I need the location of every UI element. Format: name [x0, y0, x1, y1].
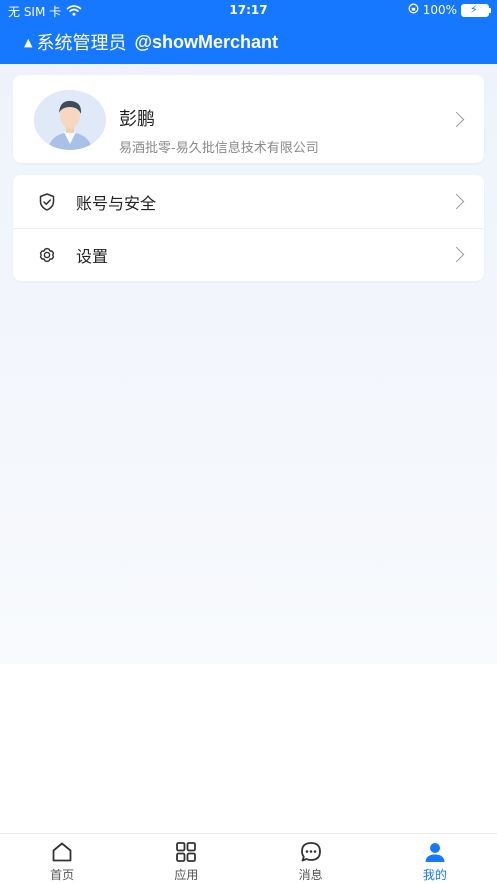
- gear-icon: [37, 245, 57, 265]
- grid-icon: [176, 842, 197, 862]
- orientation-lock-icon: [408, 3, 419, 17]
- app-header: ▲ 系统管理员 @showMerchant: [0, 20, 497, 64]
- caret-up-icon[interactable]: ▲: [24, 36, 32, 49]
- chevron-right-icon: [448, 193, 465, 210]
- role-switcher[interactable]: 系统管理员: [36, 29, 126, 55]
- bottom-tab-bar: 首页 应用 消息 我的: [0, 833, 497, 884]
- tab-mine[interactable]: 我的: [373, 834, 497, 884]
- tab-home[interactable]: 首页: [0, 834, 124, 884]
- user-icon: [425, 843, 445, 862]
- tab-messages[interactable]: 消息: [249, 834, 373, 884]
- merchant-name[interactable]: @showMerchant: [134, 32, 278, 53]
- menu-item-label: 设置: [76, 247, 109, 266]
- menu-item-account-security[interactable]: 账号与安全: [13, 175, 484, 229]
- page-content: 彭鹏 易酒批零-易久批信息技术有限公司 账号与安全 设置: [0, 64, 497, 664]
- tab-label: 应用: [174, 868, 199, 882]
- company-name: 易酒批零-易久批信息技术有限公司: [119, 141, 319, 156]
- chat-icon: [300, 842, 321, 862]
- menu-item-label: 账号与安全: [76, 194, 157, 213]
- battery-percent: 100%: [422, 3, 457, 17]
- menu-item-settings[interactable]: 设置: [13, 228, 484, 281]
- profile-card[interactable]: 彭鹏 易酒批零-易久批信息技术有限公司: [13, 75, 484, 163]
- settings-menu: 账号与安全 设置: [13, 175, 484, 281]
- tab-label: 我的: [422, 868, 447, 882]
- person-avatar-icon: [34, 90, 106, 150]
- avatar: [34, 90, 106, 150]
- chevron-right-icon: [448, 246, 465, 263]
- tab-label: 首页: [50, 868, 75, 882]
- status-bar: 无 SIM 卡 17:17 100% ⚡: [0, 0, 497, 20]
- shield-check-icon: [37, 192, 57, 212]
- chevron-right-icon: [448, 111, 465, 128]
- tab-apps[interactable]: 应用: [124, 834, 248, 884]
- home-icon: [52, 842, 72, 862]
- user-name: 彭鹏: [119, 109, 155, 130]
- battery-icon: ⚡: [461, 3, 491, 17]
- tab-label: 消息: [298, 868, 323, 882]
